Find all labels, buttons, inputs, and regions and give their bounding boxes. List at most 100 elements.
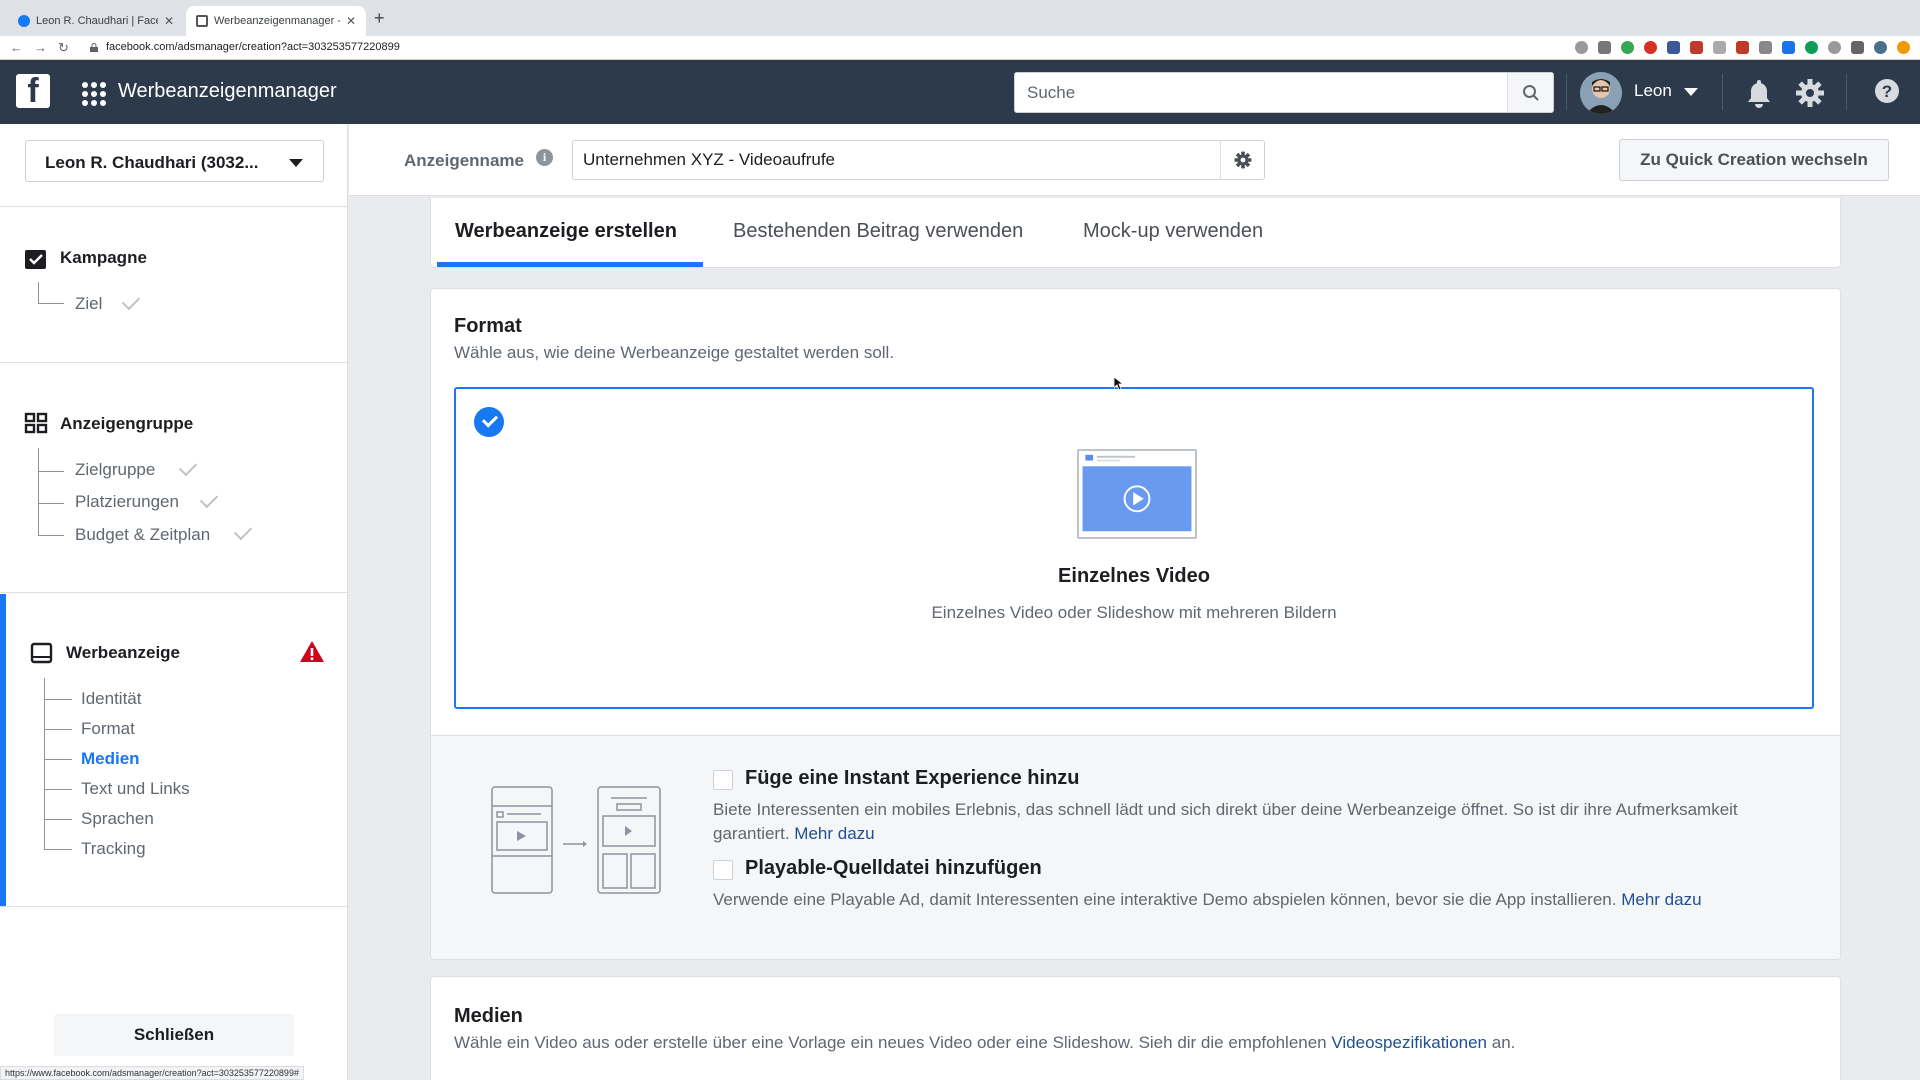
gear-icon[interactable] <box>1795 78 1825 108</box>
playable-title: Playable-Quelldatei hinzufügen <box>745 857 1042 879</box>
instant-experience-title: Füge eine Instant Experience hinzu <box>745 767 1080 789</box>
browser-tab-facebook[interactable]: Leon R. Chaudhari | Facebook ✕ <box>8 6 184 36</box>
quick-creation-button[interactable]: Zu Quick Creation wechseln <box>1619 139 1889 181</box>
new-tab-button[interactable]: + <box>374 8 385 29</box>
forward-icon[interactable]: → <box>34 40 47 55</box>
browser-tabbar: Leon R. Chaudhari | Facebook ✕ Werbeanze… <box>0 0 1920 36</box>
ad-monitor-icon <box>30 642 53 664</box>
mouse-cursor-icon <box>1114 377 1124 391</box>
sidebar-divider <box>0 362 348 363</box>
tab-create-ad[interactable]: Werbeanzeige erstellen <box>455 220 677 243</box>
avatar[interactable] <box>1580 72 1622 114</box>
bell-icon[interactable] <box>1745 78 1773 108</box>
search-input[interactable] <box>1015 73 1505 112</box>
sidebar-item-tracking[interactable]: Tracking <box>81 839 146 859</box>
account-selector[interactable]: Leon R. Chaudhari (3032... <box>25 140 324 182</box>
status-url: https://www.facebook.com/adsmanager/crea… <box>0 1066 304 1080</box>
close-tab-icon[interactable]: ✕ <box>164 14 174 28</box>
selected-check-icon <box>474 407 504 437</box>
playable-checkbox[interactable] <box>713 860 733 880</box>
tree-connector <box>44 730 72 760</box>
tree-connector <box>44 820 72 850</box>
username[interactable]: Leon <box>1634 81 1672 101</box>
completed-check-icon <box>199 489 219 509</box>
completed-check-icon <box>233 521 253 541</box>
sidebar-divider <box>0 592 348 593</box>
sidebar-item-platzierungen[interactable]: Platzierungen <box>75 492 179 512</box>
info-icon[interactable]: i <box>536 149 553 166</box>
name-settings-button[interactable] <box>1220 141 1264 179</box>
help-icon[interactable]: ? <box>1874 78 1900 104</box>
apps-grid-icon[interactable] <box>82 82 106 106</box>
profile-icon[interactable] <box>1874 41 1887 54</box>
extension-icon[interactable] <box>1667 41 1680 54</box>
lock-icon <box>90 43 98 52</box>
ad-name-field <box>572 140 1265 180</box>
sidebar-item-text-links[interactable]: Text und Links <box>81 779 190 799</box>
format-subtitle: Wähle aus, wie deine Werbeanzeige gestal… <box>454 343 895 362</box>
sidebar-item-werbeanzeige[interactable]: Werbeanzeige <box>66 643 180 663</box>
ad-name-input[interactable] <box>573 141 1213 179</box>
sidebar-item-medien[interactable]: Medien <box>81 749 140 769</box>
facebook-logo-icon[interactable]: f <box>16 74 50 108</box>
extension-icon[interactable] <box>1690 41 1703 54</box>
sidebar-item-sprachen[interactable]: Sprachen <box>81 809 154 829</box>
extension-icon[interactable] <box>1713 41 1726 54</box>
tab-mockup[interactable]: Mock-up verwenden <box>1083 220 1263 243</box>
chevron-down-icon[interactable] <box>1684 88 1698 96</box>
single-video-subtitle: Einzelnes Video oder Slideshow mit mehre… <box>931 603 1337 622</box>
video-specs-link[interactable]: Videospezifikationen <box>1331 1033 1487 1052</box>
instant-experience-checkbox[interactable] <box>713 770 733 790</box>
tab-existing-post[interactable]: Bestehenden Beitrag verwenden <box>733 220 1023 243</box>
instant-learn-more-link[interactable]: Mehr dazu <box>794 824 874 843</box>
extension-icon[interactable] <box>1644 41 1657 54</box>
extension-icon[interactable] <box>1805 41 1818 54</box>
sidebar-item-anzeigengruppe[interactable]: Anzeigengruppe <box>60 414 193 434</box>
reload-icon[interactable]: ↻ <box>58 40 69 56</box>
campaign-check-icon <box>25 250 46 269</box>
zoom-icon[interactable] <box>1575 41 1588 54</box>
ad-name-bar: Anzeigenname i Zu Quick Creation wechsel… <box>349 124 1920 196</box>
adset-grid-icon <box>24 412 48 434</box>
sidebar-divider <box>0 206 348 207</box>
ad-name-label: Anzeigenname <box>404 151 524 170</box>
url-text[interactable]: facebook.com/adsmanager/creation?act=303… <box>106 41 400 53</box>
header-divider <box>1566 74 1567 110</box>
extension-icon[interactable] <box>1736 41 1749 54</box>
format-card: Format Wähle aus, wie deine Werbeanzeige… <box>430 288 1841 960</box>
update-icon[interactable] <box>1897 41 1910 54</box>
single-video-title: Einzelnes Video <box>1058 565 1210 587</box>
gear-icon <box>1234 151 1251 169</box>
sidebar-item-budget-zeitplan[interactable]: Budget & Zeitplan <box>75 525 210 545</box>
creation-tabs: Werbeanzeige erstellen Bestehenden Beitr… <box>430 198 1841 268</box>
extension-icon[interactable] <box>1759 41 1772 54</box>
browser-tab-label: Werbeanzeigenmanager - Cre... <box>214 15 340 27</box>
chevron-down-icon <box>289 159 303 167</box>
extension-icon[interactable] <box>1828 41 1841 54</box>
sidebar-item-identitaet[interactable]: Identität <box>81 689 142 709</box>
search-button[interactable] <box>1507 73 1553 112</box>
browser-tab-adsmanager[interactable]: Werbeanzeigenmanager - Cre... ✕ <box>186 6 366 36</box>
instant-experience-description: Biete Interessenten ein mobiles Erlebnis… <box>713 800 1738 843</box>
tree-connector <box>44 678 72 700</box>
single-video-option[interactable]: Einzelnes Video Einzelnes Video oder Sli… <box>454 387 1814 709</box>
header-divider <box>1846 74 1847 110</box>
tree-connector <box>38 472 64 504</box>
tree-connector <box>38 448 64 472</box>
media-card: Medien Wähle ein Video aus oder erstelle… <box>430 976 1841 1080</box>
sidebar-item-zielgruppe[interactable]: Zielgruppe <box>75 460 155 480</box>
playable-description: Verwende eine Playable Ad, damit Interes… <box>713 890 1702 909</box>
extension-icon[interactable] <box>1782 41 1795 54</box>
active-tab-indicator <box>437 262 703 267</box>
close-tab-icon[interactable]: ✕ <box>346 14 356 28</box>
playable-learn-more-link[interactable]: Mehr dazu <box>1621 890 1701 909</box>
back-icon[interactable]: ← <box>10 40 23 55</box>
sidebar-item-format[interactable]: Format <box>81 719 135 739</box>
bookmark-star-icon[interactable] <box>1598 41 1611 54</box>
menu-list-icon[interactable] <box>1851 41 1864 54</box>
sidebar-item-kampagne[interactable]: Kampagne <box>60 248 147 268</box>
format-title: Format <box>454 315 522 337</box>
extension-icon[interactable] <box>1621 41 1634 54</box>
close-button[interactable]: Schließen <box>54 1014 294 1056</box>
sidebar-item-ziel[interactable]: Ziel <box>75 294 102 314</box>
